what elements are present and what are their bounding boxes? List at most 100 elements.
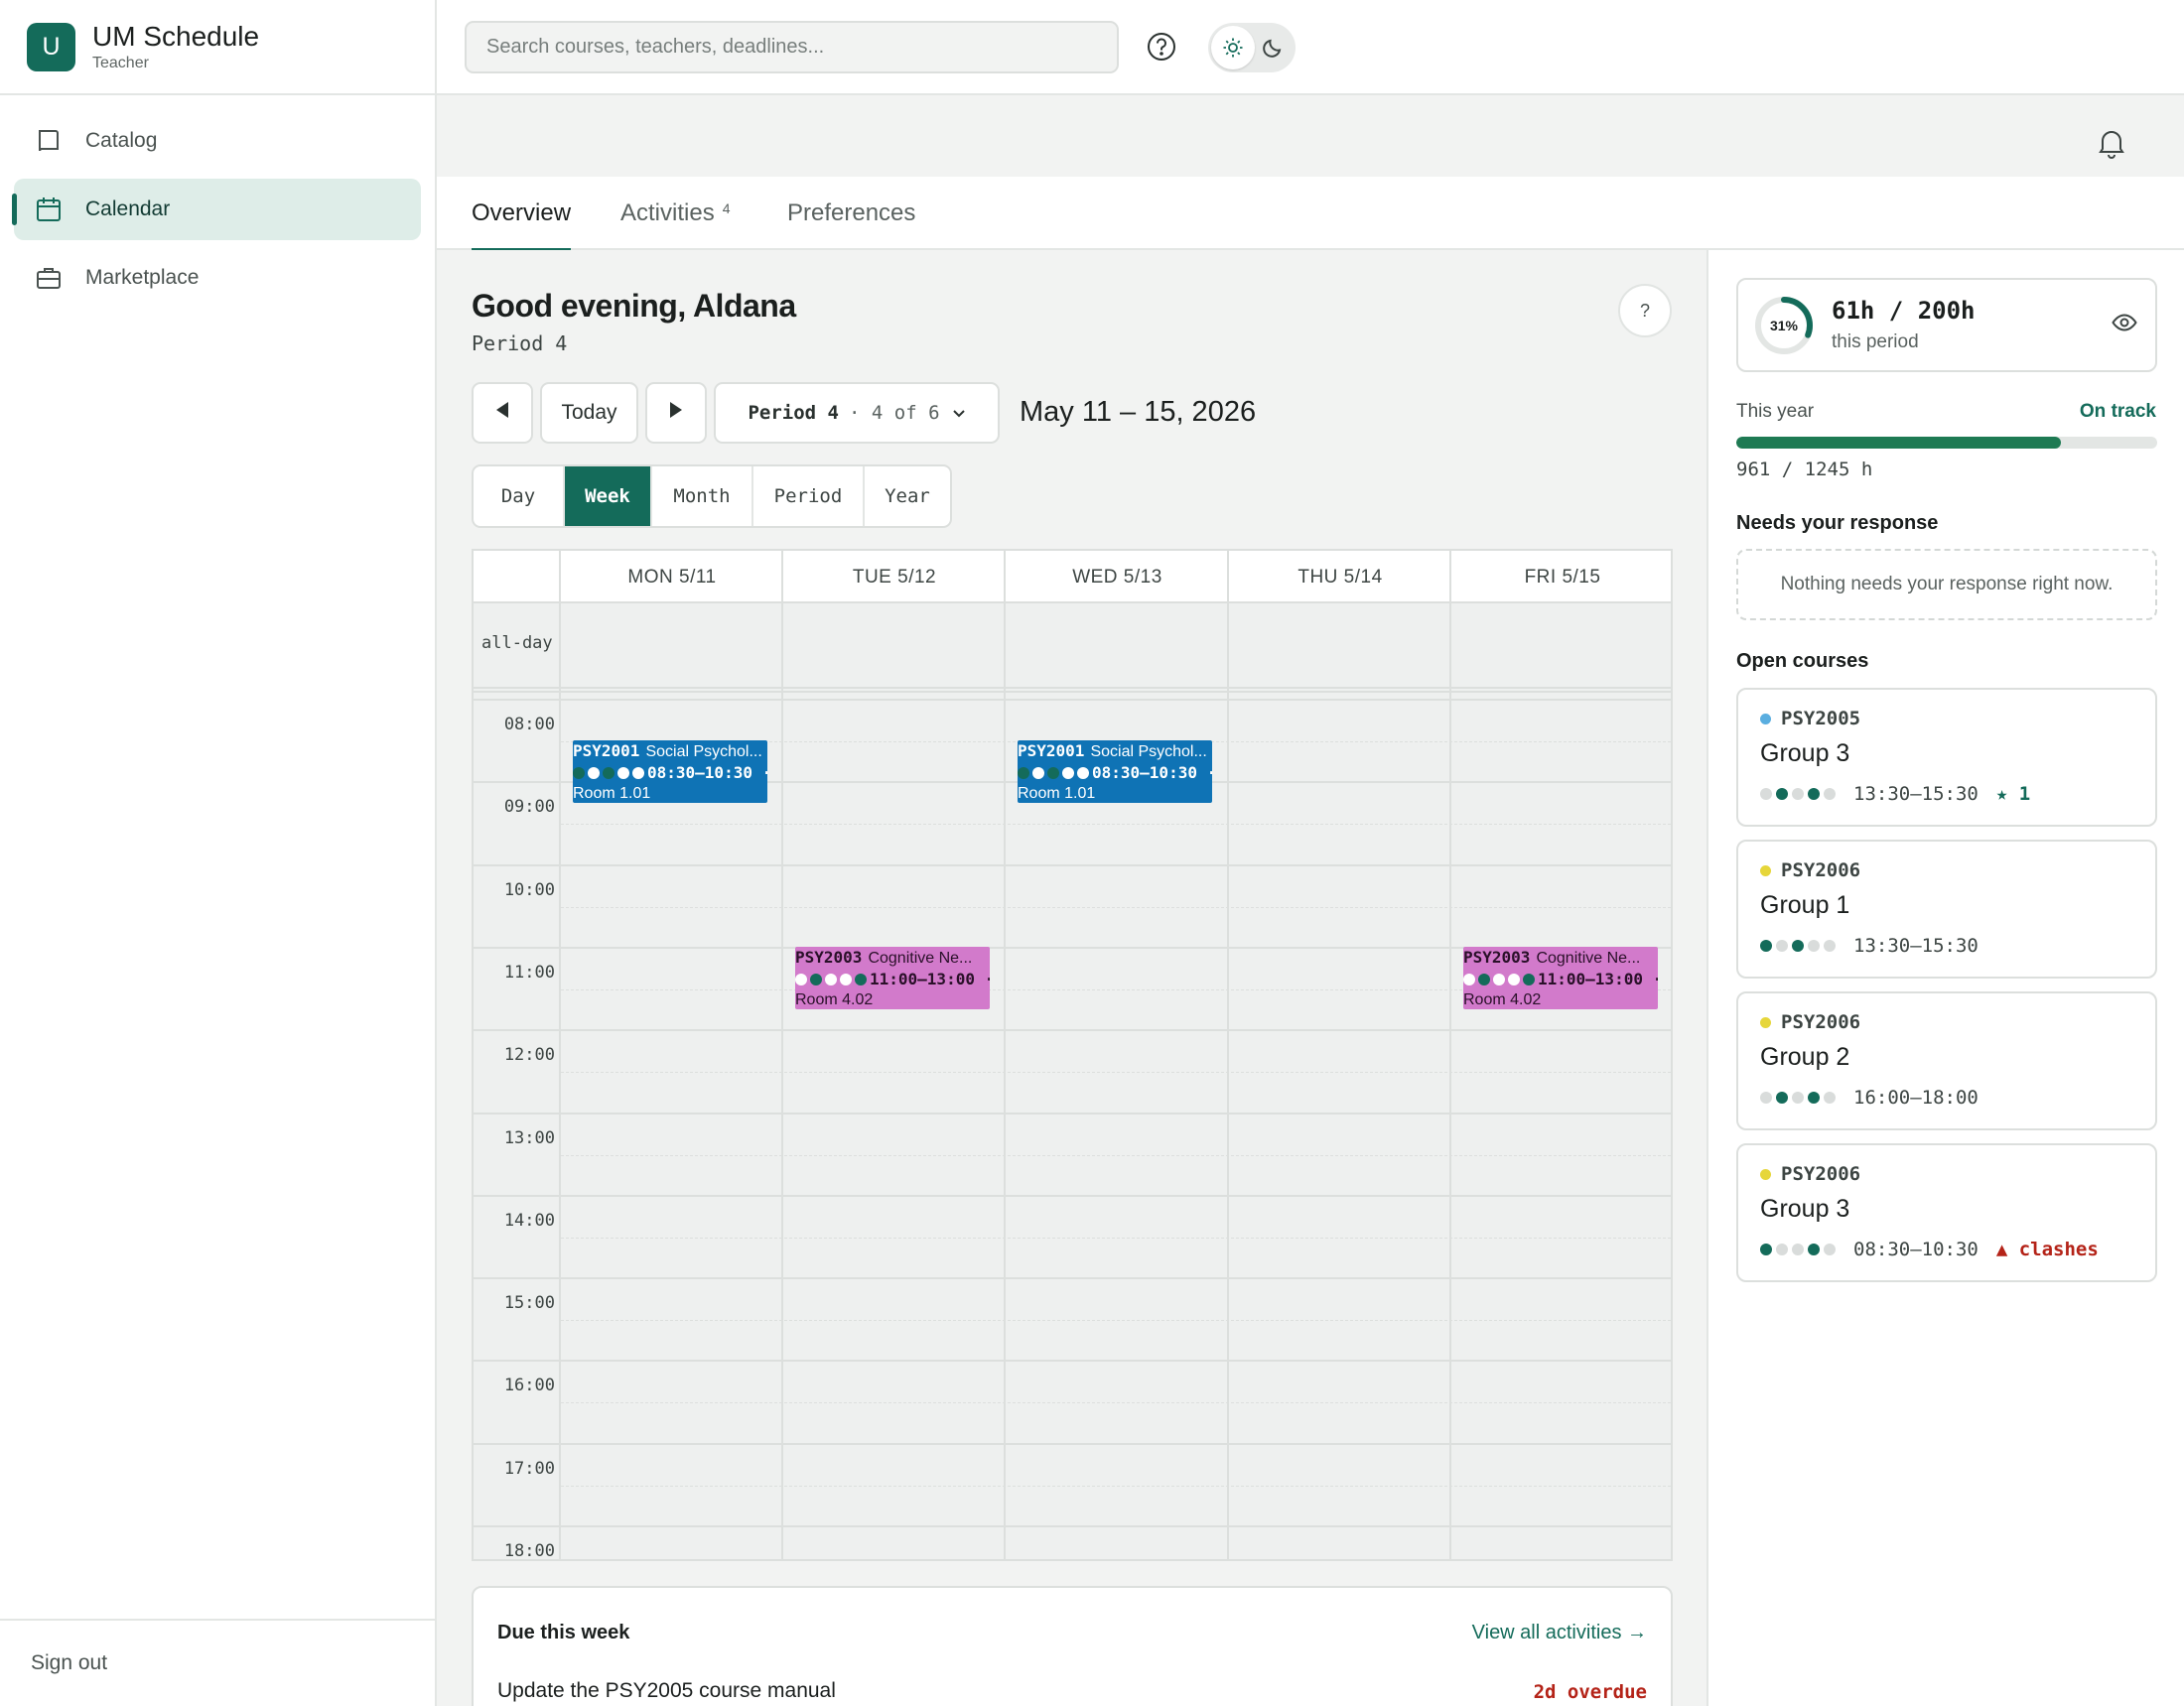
event-title-row: PSY2003 Cognitive Ne... bbox=[795, 948, 990, 969]
event-meta-row: 11:00–13:00 · bbox=[795, 969, 990, 990]
chevron-down-icon bbox=[952, 402, 966, 424]
event-title-row: PSY2003 Cognitive Ne... bbox=[1463, 948, 1658, 969]
hour-row[interactable]: 14:00 bbox=[474, 1194, 1671, 1277]
event-meta-row: 08:30–10:30 · bbox=[573, 762, 767, 784]
hour-row[interactable]: 17:00 bbox=[474, 1442, 1671, 1525]
page-help-button[interactable]: ? bbox=[1618, 284, 1672, 337]
course-time: 08:30–10:30 bbox=[1853, 1239, 1979, 1260]
current-period: Period 4 bbox=[472, 331, 568, 355]
next-week-button[interactable] bbox=[645, 382, 707, 444]
week-dot bbox=[1808, 788, 1820, 800]
course-status: ▲ clashes bbox=[1995, 1239, 2099, 1260]
event-title: Social Psychol... bbox=[645, 742, 762, 760]
course-status: ★ 1 bbox=[1995, 783, 2031, 805]
week-pattern-dots bbox=[573, 766, 647, 779]
period-select[interactable]: Period 4 · 4 of 6 bbox=[714, 382, 1000, 444]
date-range: May 11 – 15, 2026 bbox=[1020, 396, 1257, 428]
week-dot bbox=[1824, 788, 1836, 800]
calendar-event[interactable]: PSY2001 Social Psychol... 08:30–10:30 · Roo… bbox=[573, 739, 767, 803]
bell-icon[interactable] bbox=[2097, 127, 2126, 164]
calendar-event[interactable]: PSY2003 Cognitive Ne... 11:00–13:00 · Room … bbox=[795, 946, 990, 1009]
search-input[interactable] bbox=[465, 21, 1119, 73]
event-code: PSY2001 bbox=[573, 740, 640, 760]
triangle-right-icon bbox=[666, 400, 686, 426]
week-dot bbox=[1776, 940, 1788, 952]
view-all-activities-link[interactable]: View all activities → bbox=[1472, 1622, 1647, 1644]
help-icon[interactable] bbox=[1145, 30, 1178, 64]
due-this-week-card: Due this week View all activities → Upda… bbox=[472, 1586, 1673, 1706]
sidebar-item-calendar[interactable]: Calendar bbox=[12, 179, 421, 240]
tab-label: Overview bbox=[472, 199, 572, 226]
sidebar-item-label: Calendar bbox=[85, 197, 171, 220]
all-day-row[interactable]: all-day bbox=[474, 603, 1671, 693]
week-dot bbox=[810, 973, 822, 985]
week-pattern-dots bbox=[1018, 766, 1092, 779]
hour-row[interactable]: 12:00 bbox=[474, 1029, 1671, 1112]
open-course-card[interactable]: PSY2006 Group 3 08:30–10:30 ▲ clashes bbox=[1736, 1143, 2157, 1282]
course-color-dot bbox=[1760, 1016, 1771, 1028]
year-hours: 961 / 1245 h bbox=[1736, 459, 1873, 480]
view-month-button[interactable]: Month bbox=[652, 466, 753, 526]
event-code: PSY2003 bbox=[1463, 947, 1531, 967]
due-item-status: 2d overdue bbox=[1533, 1681, 1647, 1703]
app-title: UM Schedule bbox=[92, 21, 260, 52]
sidebar-item-marketplace[interactable]: Marketplace bbox=[14, 247, 421, 309]
moon-icon[interactable] bbox=[1258, 33, 1288, 63]
view-day-button[interactable]: Day bbox=[474, 466, 565, 526]
due-item-title[interactable]: Update the PSY2005 course manual bbox=[497, 1679, 836, 1703]
event-title: Cognitive Ne... bbox=[868, 949, 973, 967]
day-header: MON 5/11 bbox=[627, 566, 717, 588]
today-button[interactable]: Today bbox=[540, 382, 638, 444]
greeting: Good evening, Aldana bbox=[472, 288, 796, 324]
week-dot bbox=[1776, 1092, 1788, 1104]
hour-row[interactable]: 16:00 bbox=[474, 1360, 1671, 1442]
week-dot bbox=[1776, 1244, 1788, 1255]
hour-label: 13:00 bbox=[503, 1127, 555, 1148]
triangle-left-icon bbox=[492, 400, 512, 426]
calendar-event[interactable]: PSY2001 Social Psychol... 08:30–10:30 · Roo… bbox=[1018, 739, 1212, 803]
tab-overview[interactable]: Overview bbox=[472, 177, 572, 252]
week-dot bbox=[603, 766, 614, 779]
calendar-event[interactable]: PSY2003 Cognitive Ne... 11:00–13:00 · Room … bbox=[1463, 946, 1658, 1009]
course-group: Group 3 bbox=[1760, 739, 1850, 767]
open-course-card[interactable]: PSY2006 Group 1 13:30–15:30 bbox=[1736, 840, 2157, 979]
topbar bbox=[437, 0, 2184, 95]
week-dot bbox=[1077, 766, 1089, 779]
view-period-button[interactable]: Period bbox=[753, 466, 865, 526]
tab-activities[interactable]: Activities 4 bbox=[620, 177, 730, 250]
right-panel: 31% 61h / 200h this period This year On … bbox=[1706, 250, 2184, 1706]
period-hours-caption: this period bbox=[1832, 331, 1919, 352]
sidebar-item-catalog[interactable]: Catalog bbox=[14, 110, 421, 172]
week-dot bbox=[1824, 1244, 1836, 1255]
week-dot bbox=[1792, 788, 1804, 800]
eye-icon[interactable] bbox=[2112, 313, 2137, 337]
prev-week-button[interactable] bbox=[472, 382, 533, 444]
grid-divider bbox=[1227, 551, 1229, 1559]
course-code: PSY2006 bbox=[1781, 859, 1861, 881]
hour-row[interactable]: 10:00 bbox=[474, 863, 1671, 947]
week-dot bbox=[825, 973, 837, 985]
sign-out-button[interactable]: Sign out bbox=[0, 1619, 435, 1706]
view-year-button[interactable]: Year bbox=[865, 466, 950, 526]
theme-toggle[interactable] bbox=[1208, 23, 1296, 72]
brand[interactable]: U UM Schedule Teacher bbox=[0, 0, 435, 95]
tab-preferences[interactable]: Preferences bbox=[787, 177, 915, 250]
view-switcher: Day Week Month Period Year bbox=[472, 464, 952, 528]
course-group: Group 1 bbox=[1760, 891, 1850, 919]
hour-row[interactable]: 18:00 bbox=[474, 1525, 1671, 1559]
hour-row[interactable]: 13:00 bbox=[474, 1112, 1671, 1195]
sun-icon[interactable] bbox=[1211, 26, 1255, 69]
view-week-button[interactable]: Week bbox=[565, 466, 652, 526]
sidebar-item-label: Catalog bbox=[85, 129, 158, 152]
hour-row[interactable]: 15:00 bbox=[474, 1277, 1671, 1360]
open-course-card[interactable]: PSY2005 Group 3 13:30–15:30 ★ 1 bbox=[1736, 688, 2157, 827]
book-icon bbox=[34, 126, 64, 156]
event-code: PSY2003 bbox=[795, 947, 863, 967]
open-course-card[interactable]: PSY2006 Group 2 16:00–18:00 bbox=[1736, 991, 2157, 1130]
tab-label: Preferences bbox=[787, 199, 916, 226]
week-dot bbox=[573, 766, 585, 779]
course-group: Group 3 bbox=[1760, 1195, 1850, 1223]
year-progress-bar bbox=[1736, 437, 2157, 449]
course-code: PSY2005 bbox=[1781, 708, 1861, 729]
week-dot bbox=[1808, 940, 1820, 952]
